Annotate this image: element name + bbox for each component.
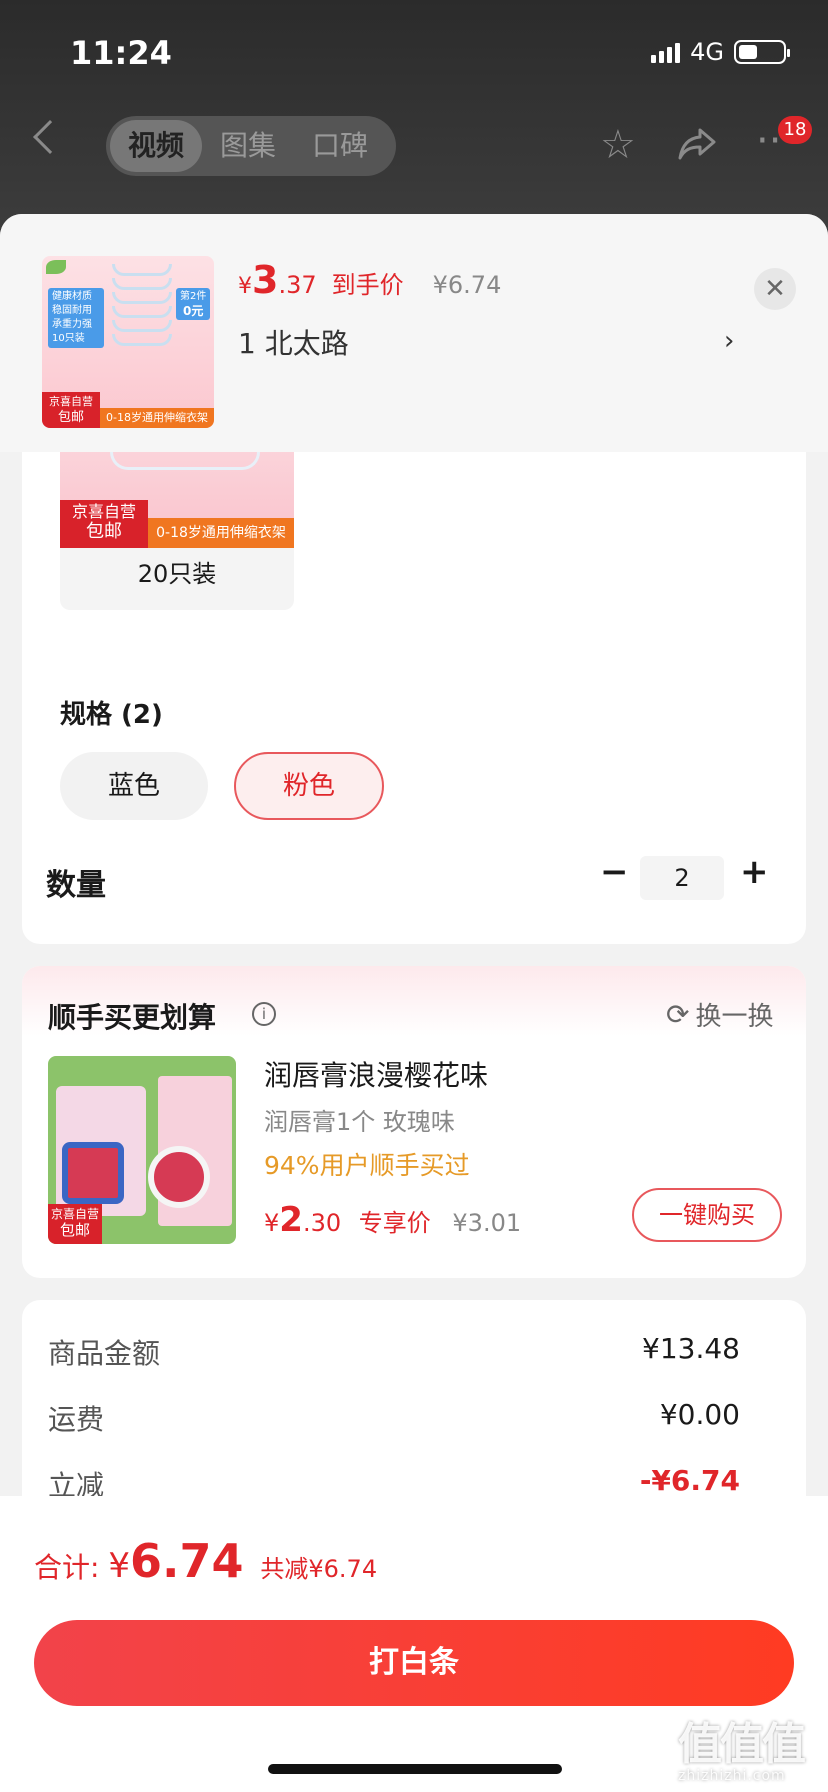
quantity-input[interactable]: 2 [640,856,724,900]
upsell-price-int: 2 [279,1200,303,1240]
tab-gallery[interactable]: 图集 [202,120,294,172]
total-value: 6.74 [129,1534,244,1588]
upsell-price-dec: .30 [302,1209,342,1237]
thumb-tag4: 10只装 [52,333,85,344]
upsell-free: 包邮 [59,1221,90,1239]
thumb-tag1: 健康材质 [52,291,92,302]
upsell-product-name[interactable]: 润唇膏浪漫樱花味 [264,1054,488,1094]
media-tabs: 视频 图集 口碑 [106,116,396,176]
total-saved: 共减¥6.74 [260,1555,378,1583]
upsell-currency: ¥ [264,1209,280,1237]
upsell-product-image[interactable]: 京喜自营 包邮 [48,1056,236,1244]
swap-label: 换一换 [695,1002,774,1032]
status-indicators: 4G [651,38,790,66]
signal-icon [651,41,681,63]
header-price-dec: .37 [278,271,317,299]
quantity-minus-button[interactable]: − [600,852,629,892]
summary-value-shipping: ¥0.00 [659,1398,740,1431]
watermark-text: 值值值 [678,1719,806,1770]
variant-brand: 京喜自营 [71,502,136,521]
selection-desc[interactable]: 1 北太路 [238,322,349,362]
upsell-original-price: ¥3.01 [452,1209,522,1237]
spec-title: 规格 (2) [60,700,163,730]
refresh-icon: ⟳ [666,998,690,1031]
watermark-url: zhizhizhi.com [678,1768,786,1784]
network-label: 4G [690,38,724,66]
product-thumbnail[interactable]: 健康材质 稳固耐用 承重力强 10只装 第2件 0元 京喜自营包邮 0-18岁通… [42,256,214,428]
upsell-product-spec: 润唇膏1个 玫瑰味 [264,1108,455,1136]
thumb-banner: 0-18岁通用伸缩衣架 [100,408,214,428]
summary-value-discount: -¥6.74 [639,1464,740,1497]
pay-button[interactable]: 打白条 [34,1620,794,1706]
chevron-right-icon[interactable]: › [724,326,734,356]
info-icon[interactable]: i [252,1002,276,1026]
total-currency: ¥ [108,1546,130,1586]
message-badge: 18 [778,116,812,144]
variant-label: 20只装 [137,560,217,588]
share-icon[interactable] [676,126,718,172]
status-time: 11:24 [70,34,172,72]
variant-banner: 0-18岁通用伸缩衣架 [148,518,294,548]
spec-option-pink[interactable]: 粉色 [234,752,384,820]
thumb-promo: 第2件 [180,291,207,302]
header-currency: ¥ [238,274,252,299]
upsell-price-tag: 专享价 [358,1209,431,1237]
home-indicator[interactable] [268,1764,562,1774]
summary-label-subtotal: 商品金额 [48,1337,161,1370]
thumb-brand: 京喜自营 [49,395,93,408]
thumb-promo2: 0元 [183,304,204,318]
variant-free: 包邮 [86,521,122,542]
header-price-int: 3 [252,258,279,302]
tab-video[interactable]: 视频 [110,120,203,172]
upsell-title: 顺手买更划算 [48,1001,217,1034]
upsell-brand: 京喜自营 [50,1207,99,1221]
header-price-tag: 到手价 [331,271,404,299]
spec-option-blue[interactable]: 蓝色 [60,752,208,820]
variant-image: 京喜自营 包邮 0-18岁通用伸缩衣架 [60,452,294,548]
total-row: 合计: ¥6.74 共减¥6.74 [34,1534,377,1588]
star-icon[interactable]: ☆ [600,122,636,168]
header-original-price: ¥6.74 [432,271,502,299]
battery-icon [734,40,790,64]
thumb-tag2: 稳固耐用 [52,305,92,316]
quantity-label: 数量 [46,868,106,903]
upsell-price: ¥2.30 专享价 ¥3.01 [264,1200,521,1240]
watermark: 值值值 zhizhizhi.com [678,1708,828,1792]
swap-button[interactable]: ⟳ 换一换 [666,996,773,1033]
upsell-buy-rate: 94%用户顺手买过 [264,1151,470,1180]
total-label: 合计: [34,1551,109,1584]
variant-option[interactable]: 京喜自营 包邮 0-18岁通用伸缩衣架 20只装 [60,452,294,610]
close-icon[interactable]: ✕ [754,268,796,310]
thumb-free: 包邮 [57,410,84,425]
quantity-plus-button[interactable]: + [740,852,769,892]
summary-value-subtotal: ¥13.48 [642,1332,740,1365]
summary-label-shipping: 运费 [48,1403,105,1436]
tab-reviews[interactable]: 口碑 [294,120,386,172]
one-click-buy-button[interactable]: 一键购买 [632,1188,782,1242]
header-price: ¥3.37 到手价 ¥6.74 [238,258,501,302]
thumb-tag3: 承重力强 [52,319,92,330]
